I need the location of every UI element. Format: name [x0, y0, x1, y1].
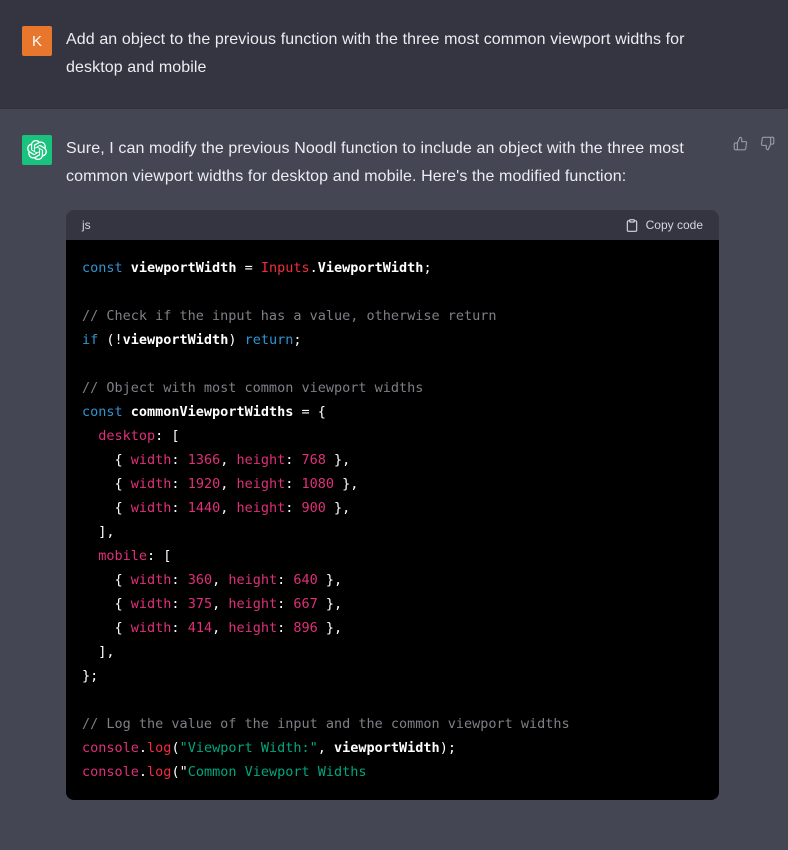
code-line: { width: 375, height: 667 }, — [82, 592, 703, 616]
assistant-message-text: Sure, I can modify the previous Noodl fu… — [66, 135, 719, 191]
code-block: js Copy code const viewportWidth = Input… — [66, 210, 719, 800]
code-line: { width: 1440, height: 900 }, — [82, 496, 703, 520]
thumbs-up-button[interactable] — [733, 136, 748, 151]
assistant-message-content: Sure, I can modify the previous Noodl fu… — [66, 135, 719, 800]
assistant-message-row: Sure, I can modify the previous Noodl fu… — [0, 108, 788, 850]
code-line: desktop: [ — [82, 424, 703, 448]
code-line: // Object with most common viewport widt… — [82, 376, 703, 400]
code-line: { width: 1920, height: 1080 }, — [82, 472, 703, 496]
code-line — [82, 352, 703, 376]
user-avatar: K — [22, 26, 52, 56]
code-line: ], — [82, 520, 703, 544]
code-line: ], — [82, 640, 703, 664]
thumbs-down-button[interactable] — [760, 136, 775, 151]
user-message-content: Add an object to the previous function w… — [66, 26, 719, 82]
code-line: { width: 414, height: 896 }, — [82, 616, 703, 640]
code-line: const commonViewportWidths = { — [82, 400, 703, 424]
code-line: console.log("Viewport Width:", viewportW… — [82, 736, 703, 760]
code-content[interactable]: const viewportWidth = Inputs.ViewportWid… — [66, 240, 719, 800]
code-line: // Check if the input has a value, other… — [82, 304, 703, 328]
code-line: { width: 360, height: 640 }, — [82, 568, 703, 592]
message-feedback — [733, 135, 775, 151]
user-avatar-initial: K — [32, 33, 42, 50]
clipboard-icon — [625, 218, 639, 233]
code-line: // Log the value of the input and the co… — [82, 712, 703, 736]
code-language-label: js — [82, 218, 91, 232]
thumbs-up-icon — [733, 136, 748, 151]
user-message-row: K Add an object to the previous function… — [0, 0, 788, 108]
chatgpt-avatar — [22, 135, 52, 165]
code-line: }; — [82, 664, 703, 688]
code-line — [82, 688, 703, 712]
code-line — [82, 280, 703, 304]
openai-logo-icon — [27, 140, 47, 160]
code-line: if (!viewportWidth) return; — [82, 328, 703, 352]
copy-code-label: Copy code — [646, 218, 703, 232]
code-line: mobile: [ — [82, 544, 703, 568]
code-line: { width: 1366, height: 768 }, — [82, 448, 703, 472]
copy-code-button[interactable]: Copy code — [625, 218, 703, 233]
code-line: const viewportWidth = Inputs.ViewportWid… — [82, 256, 703, 280]
user-message-text: Add an object to the previous function w… — [66, 26, 719, 82]
code-line: console.log("Common Viewport Widths — [82, 760, 703, 784]
code-block-header: js Copy code — [66, 210, 719, 240]
thumbs-down-icon — [760, 136, 775, 151]
